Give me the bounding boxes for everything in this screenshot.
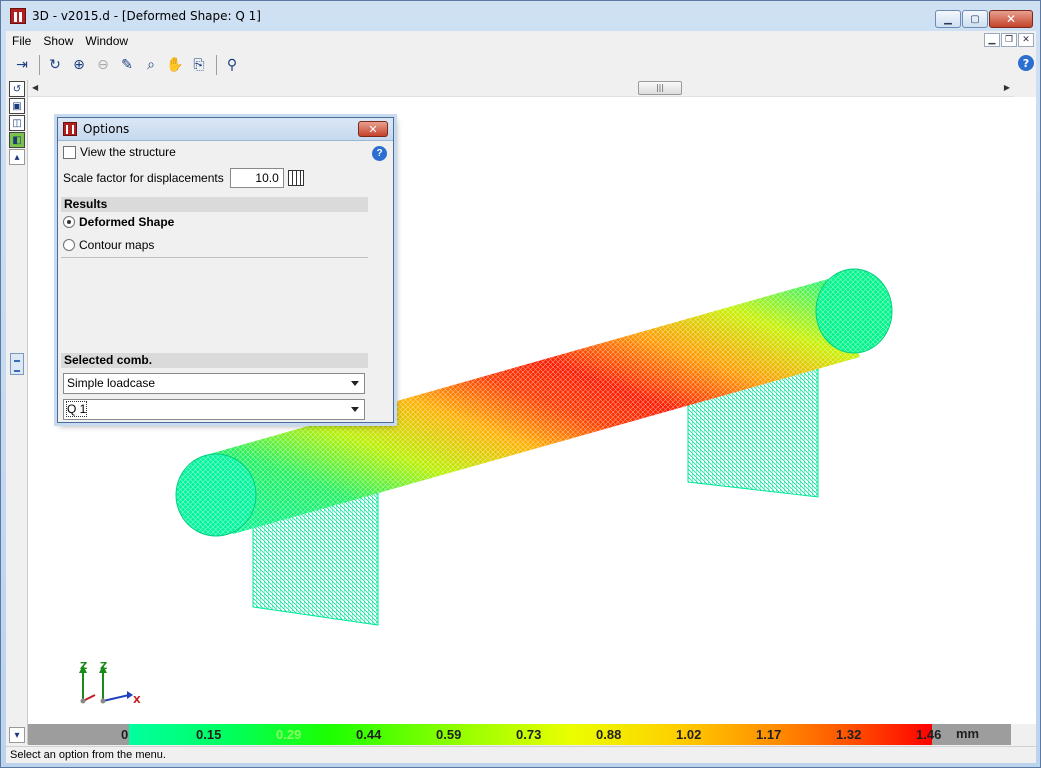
zoom-out-icon[interactable]: ⊖ — [92, 54, 114, 76]
scroll-up-icon[interactable]: ▴ — [9, 149, 25, 165]
refresh-view-icon[interactable]: ↺ — [9, 81, 25, 97]
legend-value: 0.88 — [596, 727, 622, 742]
options-title: Options — [83, 122, 130, 136]
exit-icon[interactable]: ⇥ — [11, 54, 33, 76]
options-dialog: Options ✕ View the structure ? Scale fac… — [57, 117, 394, 423]
legend-value: 0 — [121, 727, 129, 742]
app-icon — [63, 122, 77, 136]
legend-value: 1.02 — [676, 727, 702, 742]
minimize-button[interactable]: ▁ — [935, 10, 961, 28]
maximize-button[interactable]: ▢ — [962, 10, 988, 28]
comb-value-select[interactable]: Q 1 — [63, 399, 365, 420]
help-icon[interactable]: ? — [372, 146, 387, 161]
mdi-restore-button[interactable]: ❐ — [1001, 33, 1017, 47]
legend-unit: mm — [956, 726, 980, 741]
legend-value: 0.15 — [196, 727, 222, 742]
options-title-bar[interactable]: Options ✕ — [58, 118, 393, 141]
view-structure-checkbox[interactable] — [63, 145, 76, 159]
mdi-controls: ▁ ❐ ✕ — [984, 33, 1034, 47]
x-axis-label: X — [133, 695, 141, 706]
contour-maps-label: Contour maps — [79, 238, 155, 252]
toolbar-separator — [39, 54, 40, 75]
mdi-close-button[interactable]: ✕ — [1018, 33, 1034, 47]
chevron-down-icon — [351, 381, 359, 386]
toolbar-separator — [216, 54, 217, 75]
legend-value: 1.17 — [756, 727, 782, 742]
cube-render-icon[interactable]: ◧ — [9, 132, 25, 148]
menu-file[interactable]: File — [6, 34, 37, 48]
view-structure-row[interactable]: View the structure — [63, 145, 176, 159]
z-axis-label: Z — [80, 661, 87, 672]
scale-factor-row: Scale factor for displacements 10.0 — [63, 168, 304, 188]
window-title: 3D - v2015.d - [Deformed Shape: Q 1] — [32, 9, 261, 23]
window-controls: ▁ ▢ ✕ — [934, 10, 1033, 28]
menu-window[interactable]: Window — [79, 34, 134, 48]
cube-wire-icon[interactable]: ◫ — [9, 115, 25, 131]
comb-type-value: Simple loadcase — [67, 376, 156, 390]
menu-show[interactable]: Show — [37, 34, 79, 48]
comb-value: Q 1 — [65, 401, 88, 417]
mdi-minimize-button[interactable]: ▁ — [984, 33, 1000, 47]
legend-value: 1.32 — [836, 727, 862, 742]
comb-type-select[interactable]: Simple loadcase — [63, 373, 365, 394]
calculator-icon[interactable] — [287, 170, 304, 186]
scroll-right-icon[interactable]: ▶ — [1004, 83, 1010, 92]
selected-comb-header: Selected comb. — [61, 353, 368, 368]
contour-maps-radio[interactable] — [63, 239, 75, 251]
legend-value: 1.46 — [916, 727, 942, 742]
cube-view-icon[interactable]: ▣ — [9, 98, 25, 114]
close-button[interactable]: ✕ — [989, 10, 1033, 28]
title-bar: 3D - v2015.d - [Deformed Shape: Q 1] ▁ ▢… — [1, 1, 1040, 31]
divider — [61, 257, 368, 258]
options-close-button[interactable]: ✕ — [358, 121, 388, 137]
view-structure-label: View the structure — [80, 145, 176, 159]
toolbar: ⇥ ↻ ⊕ ⊖ ✎ ⌕ ✋ ⎘ ⚲ — [6, 51, 1036, 78]
color-legend: 0 0.15 0.29 0.44 0.59 0.73 0.88 1.02 1.1… — [28, 724, 1011, 745]
scale-factor-label: Scale factor for displacements — [63, 171, 224, 185]
deformed-shape-radio[interactable] — [63, 216, 75, 228]
results-header: Results — [61, 197, 368, 212]
rotate-icon[interactable]: ↻ — [44, 54, 66, 76]
menu-bar: File Show Window ▁ ❐ ✕ — [6, 31, 1036, 51]
horizontal-scrollbar[interactable]: ◀ ||| ▶ — [28, 80, 1014, 97]
scale-factor-input[interactable]: 10.0 — [229, 168, 284, 188]
panel-handle[interactable] — [10, 353, 24, 375]
app-icon — [10, 8, 26, 24]
legend-value: 0.59 — [436, 727, 462, 742]
pan-hand-icon[interactable]: ✋ — [164, 54, 186, 76]
zoom-extents-icon[interactable]: ⌕ — [140, 54, 162, 76]
pen-icon[interactable]: ✎ — [116, 54, 138, 76]
export-icon[interactable]: ⎘ — [188, 54, 210, 76]
scroll-left-icon[interactable]: ◀ — [32, 83, 38, 92]
contour-maps-option[interactable]: Contour maps — [63, 238, 154, 252]
binoculars-icon[interactable]: ⚲ — [221, 54, 243, 76]
axis-triad: Z Z X — [79, 661, 141, 706]
legend-value: 0.29 — [276, 727, 302, 742]
z-axis-label: Z — [100, 661, 107, 672]
status-bar: Select an option from the menu. — [6, 746, 1036, 763]
main-window: 3D - v2015.d - [Deformed Shape: Q 1] ▁ ▢… — [0, 0, 1041, 768]
legend-value: 0.44 — [356, 727, 382, 742]
help-icon[interactable]: ? — [1018, 55, 1034, 71]
deformed-shape-option[interactable]: Deformed Shape — [63, 215, 174, 229]
zoom-window-icon[interactable]: ⊕ — [68, 54, 90, 76]
view-toolbar: ↺ ▣ ◫ ◧ ▴ ▾ — [6, 80, 28, 744]
legend-value: 0.73 — [516, 727, 542, 742]
deformed-shape-label: Deformed Shape — [79, 215, 175, 229]
scrollbar-thumb[interactable]: ||| — [638, 81, 682, 95]
scroll-down-icon[interactable]: ▾ — [9, 727, 25, 743]
chevron-down-icon — [351, 407, 359, 412]
